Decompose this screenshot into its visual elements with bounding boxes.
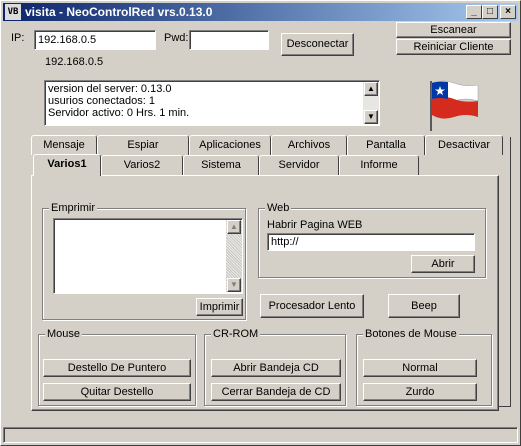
tab-desactivar[interactable]: Desactivar — [425, 135, 503, 155]
server-uptime-line: Servidor activo: 0 Hrs. 1 min. — [48, 107, 190, 119]
open-url-button[interactable]: Abrir — [411, 255, 475, 273]
mouse-buttons-group-title: Botones de Mouse — [363, 328, 459, 340]
tab-panel-shadow — [499, 137, 511, 407]
print-textarea[interactable]: ▲ ▼ — [53, 218, 243, 294]
print-scrollbar[interactable]: ▲ ▼ — [226, 220, 242, 292]
disconnect-button[interactable]: Desconectar — [281, 33, 354, 56]
mouse-buttons-group: Botones de Mouse Normal Zurdo — [356, 328, 492, 406]
open-web-label: Habrir Pagina WEB — [267, 219, 363, 231]
mouse-group: Mouse Destello De Puntero Quitar Destell… — [38, 328, 196, 406]
tab-mensaje[interactable]: Mensaje — [31, 135, 97, 155]
ip-input[interactable] — [34, 30, 156, 50]
status-bar — [3, 427, 518, 443]
mouse-group-title: Mouse — [45, 328, 83, 340]
app-icon: VB — [5, 4, 21, 20]
print-button[interactable]: Imprimir — [196, 298, 243, 316]
tab-archivos[interactable]: Archivos — [271, 135, 347, 155]
main-window: VB visita - NeoControlRed vrs.0.13.0 _ □… — [0, 0, 521, 446]
web-group-title: Web — [265, 202, 292, 214]
server-info-box: version del server: 0.13.0 usurios conec… — [44, 80, 380, 126]
tab-sistema[interactable]: Sistema — [183, 155, 259, 175]
tab-pantalla[interactable]: Pantalla — [347, 135, 425, 155]
connected-users-line: usurios conectados: 1 — [48, 95, 156, 107]
scan-button[interactable]: Escanear — [396, 22, 511, 38]
open-cd-tray-button[interactable]: Abrir Bandeja CD — [211, 359, 341, 377]
cdrom-group: CR-ROM Abrir Bandeja CD Cerrar Bandeja d… — [204, 328, 346, 406]
cdrom-group-title: CR-ROM — [211, 328, 261, 340]
close-button[interactable]: × — [500, 5, 516, 19]
print-group: Emprimir ▲ ▼ Imprimir — [42, 202, 246, 320]
tab-varios2[interactable]: Varios2 — [101, 155, 183, 175]
remove-flash-button[interactable]: Quitar Destello — [43, 383, 191, 401]
slow-processor-button[interactable]: Procesador Lento — [260, 294, 364, 318]
scroll-up-icon[interactable]: ▲ — [364, 82, 378, 96]
close-cd-tray-button[interactable]: Cerrar Bandeja de CD — [211, 383, 341, 401]
print-group-title: Emprimir — [49, 202, 97, 214]
chile-flag-icon — [430, 80, 479, 131]
server-version-line: version del server: 0.13.0 — [48, 83, 172, 95]
tab-panel: Emprimir ▲ ▼ Imprimir Web Habrir Pagina … — [31, 175, 499, 411]
pointer-flash-button[interactable]: Destello De Puntero — [43, 359, 191, 377]
title-bar[interactable]: VB visita - NeoControlRed vrs.0.13.0 _ □… — [3, 3, 518, 21]
restart-client-button[interactable]: Reiniciar Cliente — [396, 39, 511, 55]
scroll-down-icon[interactable]: ▼ — [364, 110, 378, 124]
web-group: Web Habrir Pagina WEB Abrir — [258, 202, 486, 278]
ip-label: IP: — [11, 32, 25, 44]
pwd-label: Pwd: — [164, 32, 189, 44]
tab-varios1[interactable]: Varios1 — [33, 154, 101, 176]
tab-aplicaciones[interactable]: Aplicaciones — [189, 135, 271, 155]
tab-servidor[interactable]: Servidor — [259, 155, 339, 175]
current-ip-label: 192.168.0.5 — [45, 56, 104, 68]
scroll-down-icon[interactable]: ▼ — [227, 278, 241, 292]
info-scrollbar[interactable]: ▲ ▼ — [363, 82, 379, 124]
left-handed-mouse-button[interactable]: Zurdo — [363, 383, 477, 401]
scroll-up-icon[interactable]: ▲ — [227, 220, 241, 234]
minimize-button[interactable]: _ — [466, 5, 482, 19]
url-input[interactable] — [267, 233, 475, 251]
normal-mouse-button[interactable]: Normal — [363, 359, 477, 377]
beep-button[interactable]: Beep — [388, 294, 460, 318]
tab-informe[interactable]: Informe — [339, 155, 419, 175]
password-input[interactable] — [189, 30, 269, 50]
window-title: visita - NeoControlRed vrs.0.13.0 — [25, 5, 213, 19]
maximize-button[interactable]: □ — [482, 5, 498, 19]
tab-espiar[interactable]: Espiar — [97, 135, 189, 155]
